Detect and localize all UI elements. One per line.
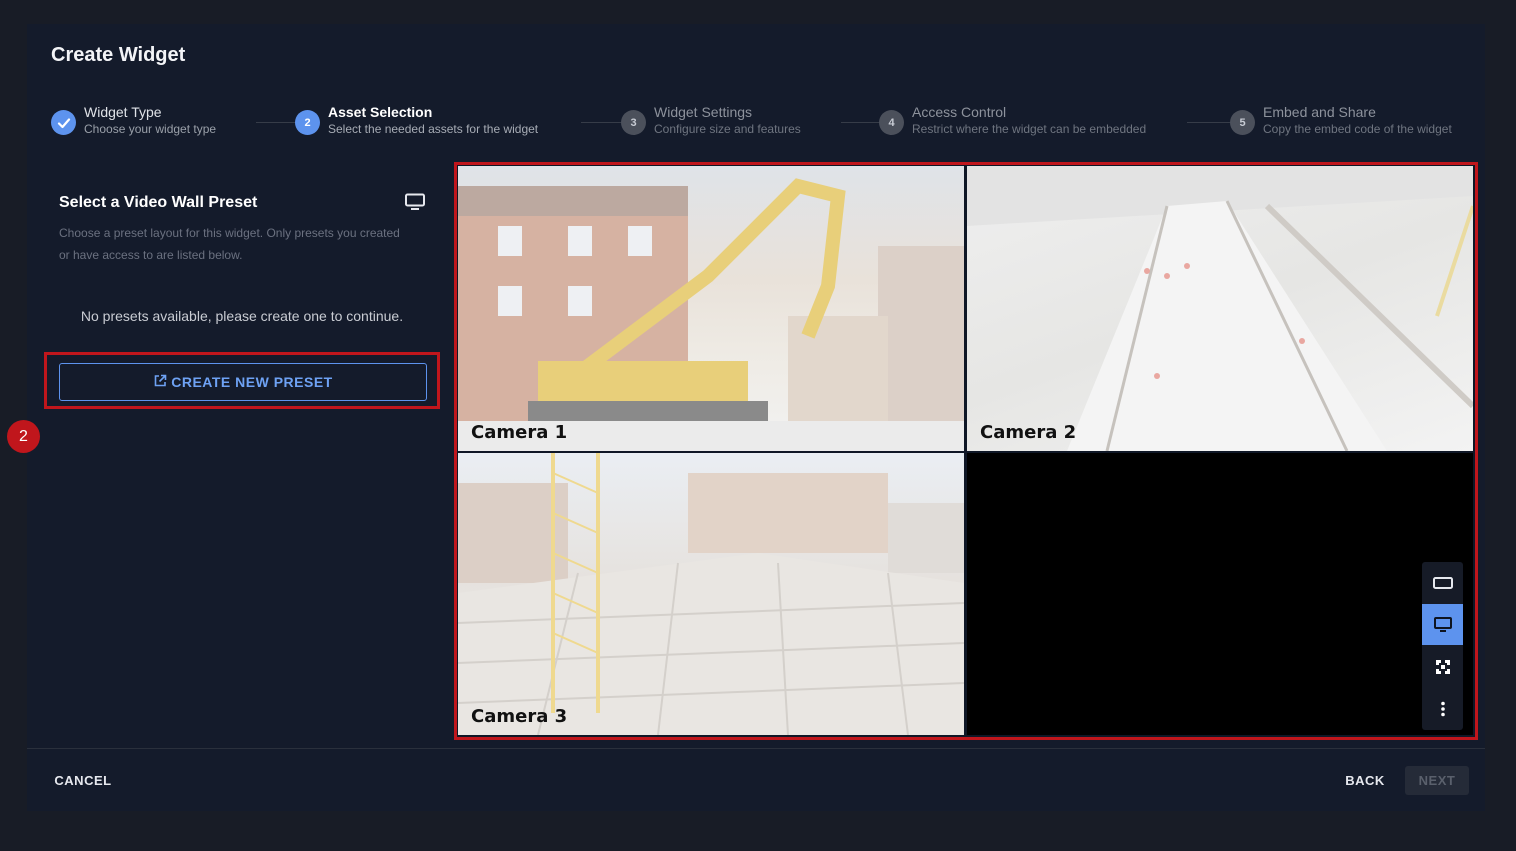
create-new-preset-button[interactable]: CREATE NEW PRESET bbox=[59, 363, 427, 401]
step-number: 3 bbox=[621, 110, 646, 135]
more-vertical-icon[interactable] bbox=[1422, 688, 1463, 729]
aspect-ratio-icon[interactable] bbox=[1422, 562, 1463, 603]
preset-panel-description: Choose a preset layout for this widget. … bbox=[59, 226, 400, 262]
camera-label: Camera 3 bbox=[471, 706, 568, 727]
check-icon bbox=[51, 110, 76, 135]
step-embed-and-share[interactable]: 5 Embed and Share Copy the embed code of… bbox=[1230, 104, 1452, 137]
camera-label: Camera 1 bbox=[471, 422, 568, 443]
dialog-title: Create Widget bbox=[51, 44, 186, 66]
step-number: 4 bbox=[879, 110, 904, 135]
step-number: 5 bbox=[1230, 110, 1255, 135]
monitor-icon bbox=[404, 193, 426, 211]
camera-tile[interactable]: Camera 2 bbox=[967, 166, 1473, 451]
camera-tile[interactable]: Camera 3 bbox=[458, 453, 964, 735]
step-subtitle: Copy the embed code of the widget bbox=[1263, 122, 1452, 137]
empty-presets-message: No presets available, please create one … bbox=[80, 308, 404, 324]
step-subtitle: Restrict where the widget can be embedde… bbox=[912, 122, 1147, 137]
step-subtitle: Configure size and features bbox=[654, 122, 801, 137]
step-number: 2 bbox=[295, 110, 320, 135]
step-title: Embed and Share bbox=[1263, 104, 1376, 120]
preset-panel-title: Select a Video Wall Preset bbox=[59, 194, 258, 211]
create-new-preset-label: CREATE NEW PRESET bbox=[171, 374, 333, 390]
step-access-control[interactable]: 4 Access Control Restrict where the widg… bbox=[879, 104, 1146, 137]
video-wall-preview: Camera 1 Camera 2 Camera 3 bbox=[454, 162, 1478, 740]
layout-toolbar bbox=[1422, 562, 1463, 730]
step-subtitle: Select the needed assets for the widget bbox=[328, 122, 539, 137]
step-subtitle: Choose your widget type bbox=[84, 122, 217, 137]
step-widget-settings[interactable]: 3 Widget Settings Configure size and fea… bbox=[621, 104, 801, 137]
camera-tile[interactable]: Camera 1 bbox=[458, 166, 964, 451]
camera-label: Camera 2 bbox=[980, 422, 1077, 443]
camera-feed-image bbox=[458, 178, 964, 451]
camera-feed-image bbox=[458, 453, 964, 735]
fullscreen-icon[interactable] bbox=[1422, 646, 1463, 687]
next-button[interactable]: NEXT bbox=[1405, 766, 1469, 795]
step-widget-type[interactable]: Widget Type Choose your widget type bbox=[51, 104, 216, 137]
cancel-button[interactable]: CANCEL bbox=[47, 766, 119, 795]
stepper: Widget Type Choose your widget type 2 As… bbox=[51, 104, 1471, 148]
empty-camera-tile[interactable] bbox=[967, 453, 1473, 735]
footer-divider bbox=[27, 748, 1485, 749]
monitor-icon[interactable] bbox=[1422, 604, 1463, 645]
step-title: Access Control bbox=[912, 104, 1007, 120]
step-title: Widget Type bbox=[84, 104, 162, 120]
step-asset-selection[interactable]: 2 Asset Selection Select the needed asse… bbox=[295, 104, 538, 137]
open-external-icon bbox=[153, 374, 167, 391]
step-title: Widget Settings bbox=[654, 104, 753, 120]
back-button[interactable]: BACK bbox=[1337, 766, 1393, 795]
camera-feed-image bbox=[967, 166, 1473, 451]
step-title: Asset Selection bbox=[328, 104, 433, 120]
annotation-step-badge: 2 bbox=[7, 420, 40, 453]
